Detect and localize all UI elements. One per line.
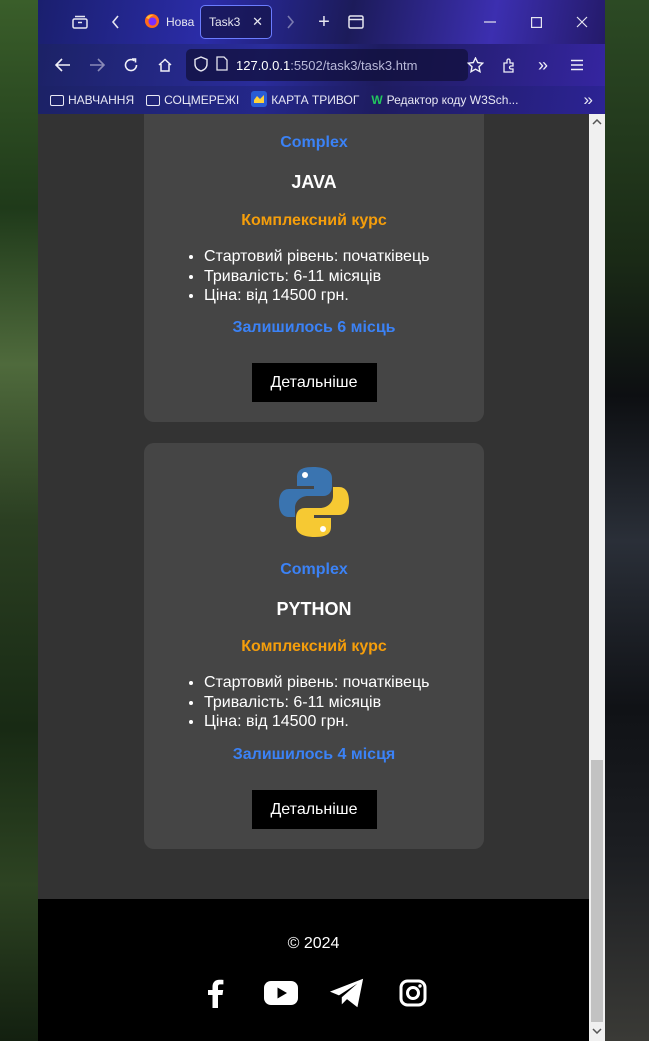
social-links bbox=[38, 975, 589, 1011]
course-features: Стартовий рівень: початківець Тривалість… bbox=[144, 673, 484, 732]
telegram-icon[interactable] bbox=[329, 975, 365, 1011]
details-button[interactable]: Детальніше bbox=[251, 790, 377, 829]
menu-icon[interactable] bbox=[560, 49, 594, 81]
firefox-icon bbox=[144, 13, 160, 32]
course-card-java: Complex JAVA Комплексний курс Стартовий … bbox=[144, 114, 484, 422]
feature-level: Стартовий рівень: початківець bbox=[204, 673, 484, 693]
button-wrap: Детальніше bbox=[144, 363, 484, 402]
reload-icon[interactable] bbox=[114, 49, 148, 81]
scroll-up-icon[interactable] bbox=[589, 114, 605, 130]
seats-left: Залишилось 4 місця bbox=[232, 746, 396, 763]
vertical-scrollbar[interactable] bbox=[589, 114, 605, 1041]
url-text: 127.0.0.1:5502/task3/task3.htm bbox=[236, 57, 418, 73]
w3schools-icon: W bbox=[371, 93, 383, 107]
feature-duration: Тривалість: 6-11 місяців bbox=[204, 693, 484, 713]
feature-price: Ціна: від 14500 грн. bbox=[204, 712, 484, 732]
alert-map-icon bbox=[251, 90, 268, 110]
scrollbar-thumb[interactable] bbox=[591, 760, 603, 1022]
course-title: PYTHON bbox=[276, 599, 352, 619]
course-subtitle: Комплексний курс bbox=[241, 638, 387, 655]
python-logo-icon bbox=[277, 465, 351, 539]
course-subtitle: Комплексний курс bbox=[241, 212, 387, 229]
shield-icon[interactable] bbox=[194, 55, 208, 75]
bookmark-folder-navchannya[interactable]: НАВЧАННЯ bbox=[50, 93, 134, 107]
browser-window: Нова Task3 ✕ + 127.0.0.1:5502/task3/task… bbox=[38, 0, 605, 1041]
close-window-icon[interactable] bbox=[559, 6, 605, 38]
forward-icon[interactable] bbox=[80, 49, 114, 81]
course-type: Complex bbox=[280, 561, 348, 578]
course-type: Complex bbox=[280, 134, 348, 151]
extensions-icon[interactable] bbox=[492, 49, 526, 81]
back-icon[interactable] bbox=[46, 49, 80, 81]
instagram-icon[interactable] bbox=[395, 975, 431, 1011]
navigation-bar: 127.0.0.1:5502/task3/task3.htm » bbox=[38, 44, 605, 86]
bookmarks-overflow-icon[interactable]: » bbox=[584, 90, 605, 110]
page-footer: © 2024 bbox=[38, 899, 589, 1041]
minimize-icon[interactable] bbox=[467, 6, 513, 38]
details-button[interactable]: Детальніше bbox=[251, 363, 377, 402]
feature-level: Стартовий рівень: початківець bbox=[204, 247, 484, 267]
tab-bar: Нова Task3 ✕ + bbox=[38, 0, 605, 44]
window-spacer bbox=[38, 6, 64, 38]
close-tab-icon[interactable]: ✕ bbox=[252, 14, 263, 30]
youtube-icon[interactable] bbox=[263, 975, 299, 1011]
tab-new[interactable]: Нова bbox=[136, 5, 198, 39]
tab-list-icon[interactable] bbox=[340, 6, 372, 38]
new-tab-icon[interactable]: + bbox=[308, 6, 340, 38]
course-title: JAVA bbox=[291, 172, 337, 192]
tab-overview-icon[interactable] bbox=[64, 6, 96, 38]
home-icon[interactable] bbox=[148, 49, 182, 81]
course-features: Стартовий рівень: початківець Тривалість… bbox=[144, 247, 484, 306]
page-icon[interactable] bbox=[216, 56, 228, 74]
tab-task3[interactable]: Task3 ✕ bbox=[200, 5, 272, 39]
desktop-wallpaper-left bbox=[0, 0, 40, 1041]
overflow-chevron-icon[interactable]: » bbox=[526, 49, 560, 81]
bookmark-w3schools[interactable]: W Редактор коду W3Sch... bbox=[371, 93, 518, 107]
folder-icon bbox=[146, 94, 161, 106]
tab-label: Нова bbox=[166, 15, 195, 29]
feature-price: Ціна: від 14500 грн. bbox=[204, 286, 484, 306]
bookmark-star-icon[interactable] bbox=[458, 49, 492, 81]
folder-icon bbox=[50, 94, 64, 106]
bookmark-alert-map[interactable]: КАРТА ТРИВОГ bbox=[251, 90, 359, 110]
feature-duration: Тривалість: 6-11 місяців bbox=[204, 267, 484, 287]
page-viewport: Complex JAVA Комплексний курс Стартовий … bbox=[38, 114, 589, 1041]
button-wrap: Детальніше bbox=[144, 790, 484, 829]
course-card-python: Complex PYTHON Комплексний курс Стартови… bbox=[144, 443, 484, 849]
address-bar[interactable]: 127.0.0.1:5502/task3/task3.htm bbox=[186, 49, 468, 81]
tab-scroll-left-icon[interactable] bbox=[96, 6, 136, 38]
maximize-icon[interactable] bbox=[513, 6, 559, 38]
facebook-icon[interactable] bbox=[197, 975, 233, 1011]
scroll-down-icon[interactable] bbox=[589, 1023, 605, 1039]
seats-left: Залишилось 6 місць bbox=[232, 319, 396, 336]
tab-label: Task3 bbox=[209, 15, 241, 29]
desktop-wallpaper-right bbox=[605, 0, 649, 1041]
copyright-text: © 2024 bbox=[287, 935, 340, 952]
tab-scroll-right-icon[interactable] bbox=[272, 6, 308, 38]
bookmarks-bar: НАВЧАННЯ СОЦМЕРЕЖІ КАРТА ТРИВОГ W Редакт… bbox=[38, 86, 605, 114]
bookmark-folder-socmerezhi[interactable]: СОЦМЕРЕЖІ bbox=[146, 93, 239, 107]
